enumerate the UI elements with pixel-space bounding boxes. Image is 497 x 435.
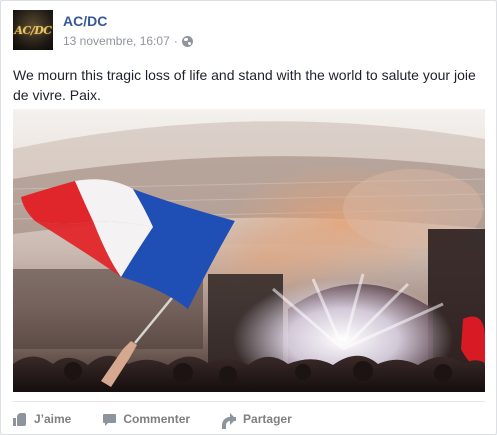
share-icon: [222, 413, 237, 429]
thumbs-up-icon: [13, 412, 27, 426]
post-actions-bar: J’aime Commenter Partager: [13, 409, 324, 429]
actions-divider: [13, 401, 485, 402]
post-photo[interactable]: [13, 109, 485, 392]
like-button[interactable]: J’aime: [13, 412, 71, 426]
share-label: Partager: [243, 412, 292, 426]
page-avatar[interactable]: AC/DC: [13, 10, 53, 50]
avatar-logo: AC/DC: [14, 23, 52, 37]
comment-icon: [103, 413, 117, 426]
post-timestamp[interactable]: 13 novembre, 16:07: [63, 34, 170, 48]
globe-icon[interactable]: [181, 35, 193, 47]
page-name-link[interactable]: AC/DC: [63, 13, 107, 29]
post-meta: 13 novembre, 16:07 ·: [63, 34, 193, 48]
concert-photo-image: [13, 109, 485, 392]
comment-button[interactable]: Commenter: [103, 412, 190, 426]
meta-separator: ·: [173, 34, 178, 48]
like-label: J’aime: [34, 412, 72, 426]
comment-label: Commenter: [123, 412, 191, 426]
post-card: AC/DC AC/DC 13 novembre, 16:07 · We mour…: [0, 0, 497, 435]
post-message: We mourn this tragic loss of life and st…: [13, 67, 476, 103]
share-button[interactable]: Partager: [222, 412, 292, 429]
